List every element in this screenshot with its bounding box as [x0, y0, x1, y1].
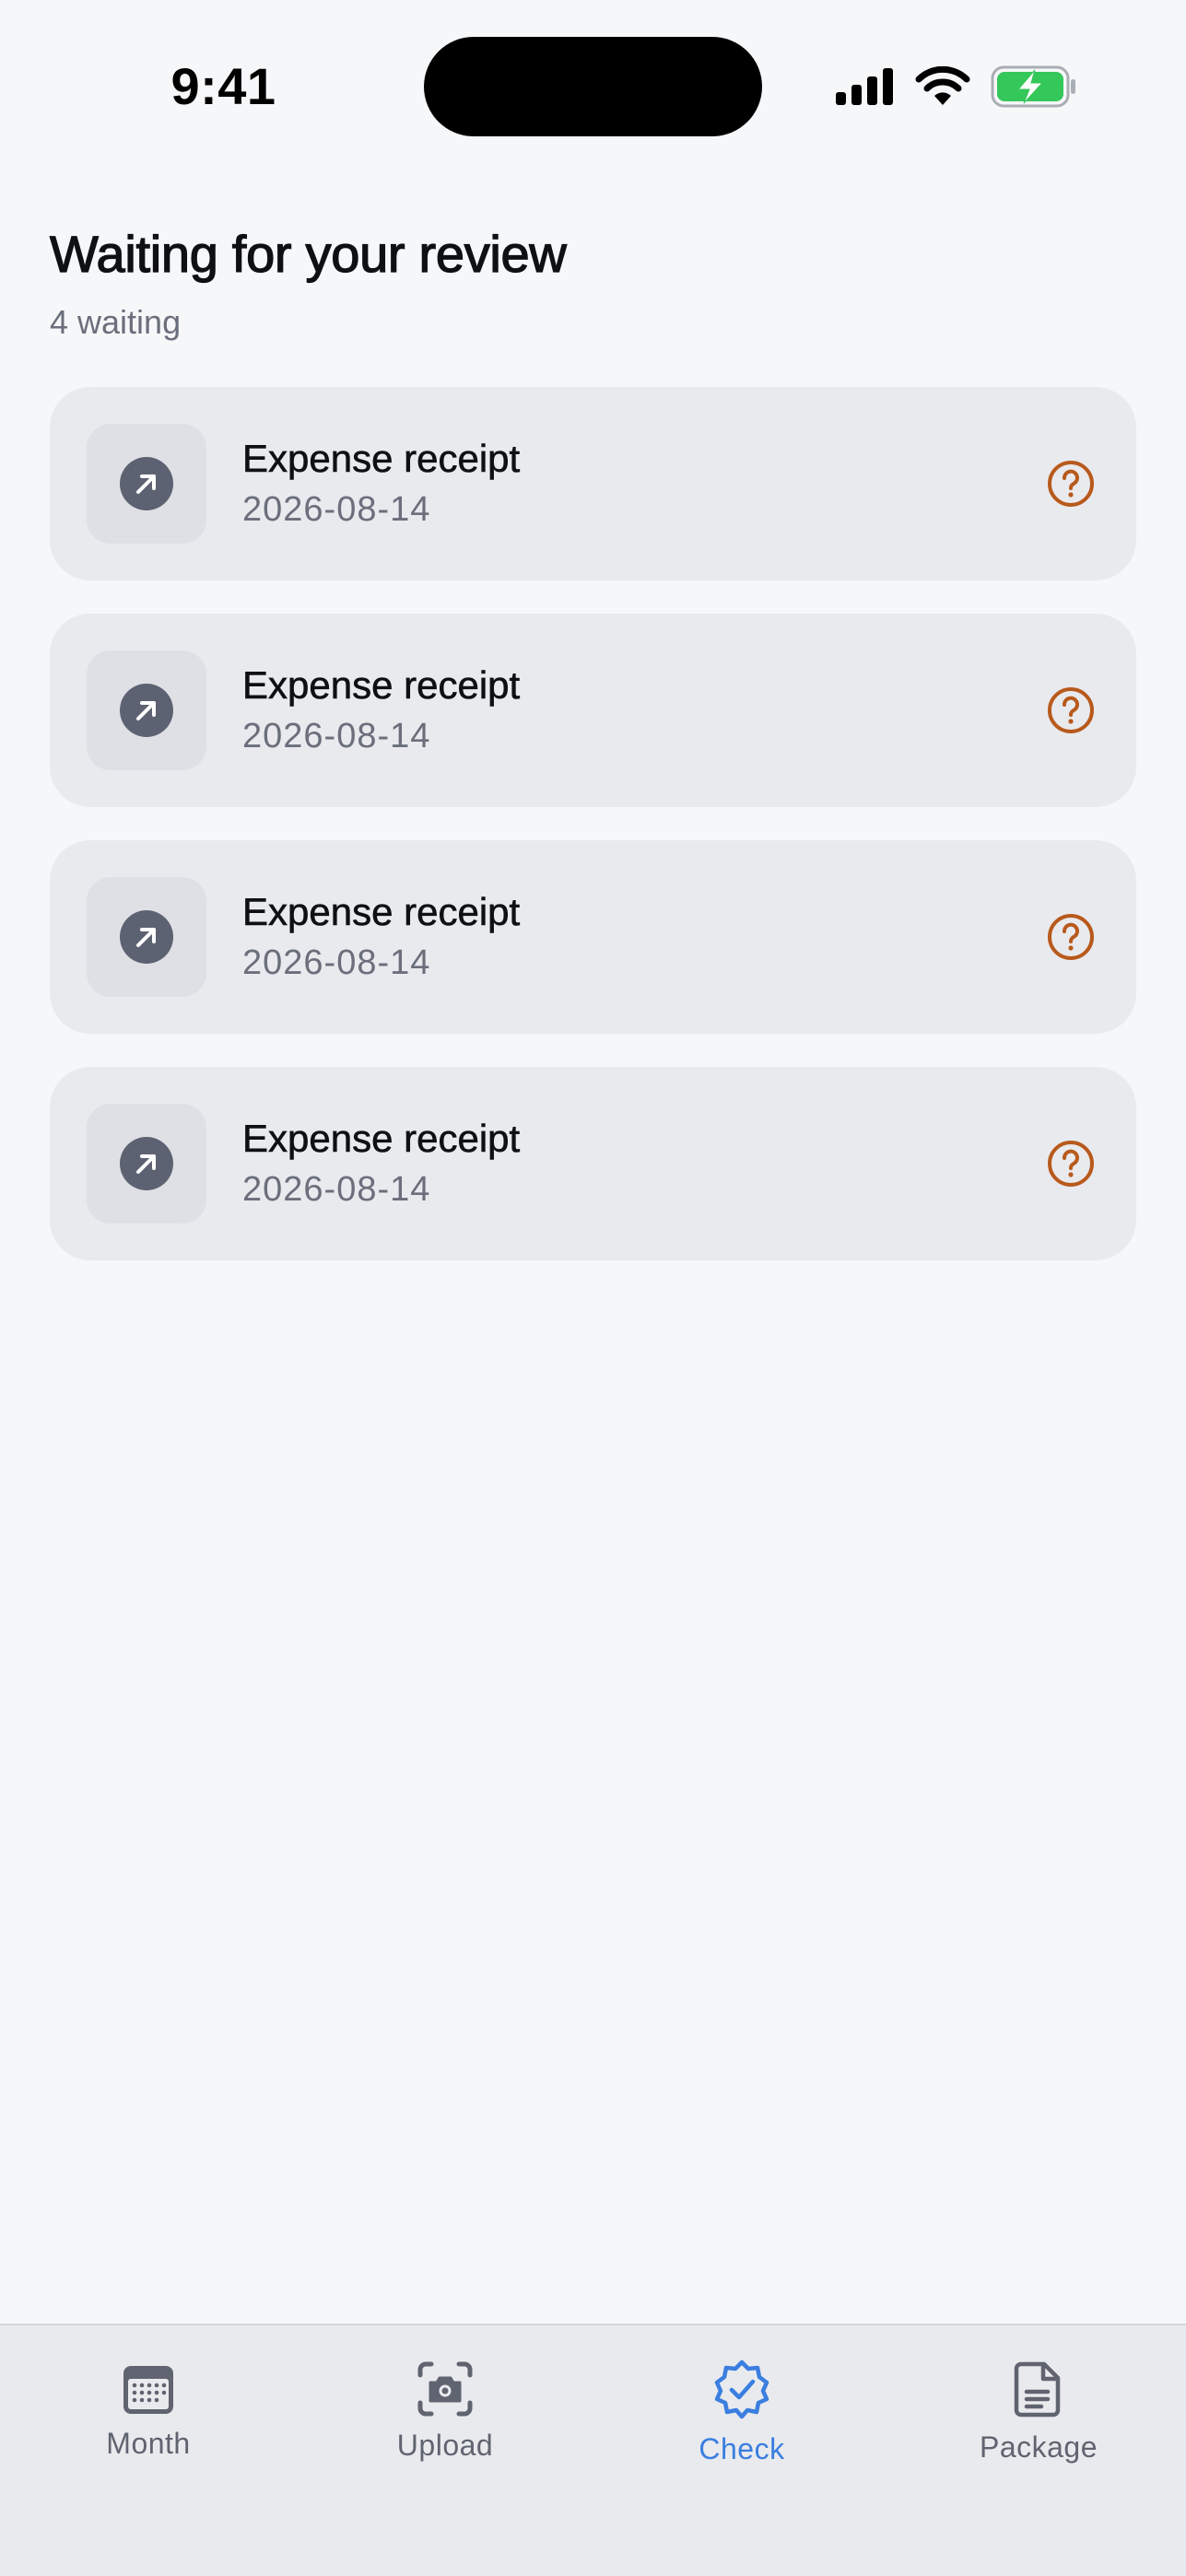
tab-bar: Month Upload Check Package — [0, 2324, 1186, 2576]
item-title: Expense receipt — [242, 1117, 521, 1161]
question-circle-icon[interactable] — [1044, 684, 1098, 737]
review-item[interactable]: Expense receipt 2026-08-14 — [50, 840, 1136, 1034]
item-date: 2026-08-14 — [242, 717, 431, 755]
tab-month[interactable]: Month — [0, 2325, 297, 2510]
item-date: 2026-08-14 — [242, 490, 431, 529]
page-title: Waiting for your review — [49, 224, 567, 283]
review-item[interactable]: Expense receipt 2026-08-14 — [50, 387, 1136, 580]
wifi-icon — [915, 66, 970, 105]
status-icons — [834, 64, 1077, 109]
item-title: Expense receipt — [242, 663, 521, 708]
tab-check[interactable]: Check — [593, 2325, 890, 2510]
tab-label: Upload — [396, 2429, 494, 2462]
arrow-up-right-icon — [120, 910, 173, 964]
item-date: 2026-08-14 — [242, 1170, 431, 1209]
receipt-thumbnail — [87, 650, 206, 770]
tab-label: Check — [699, 2432, 785, 2465]
tab-upload[interactable]: Upload — [297, 2325, 593, 2510]
receipt-thumbnail — [87, 1104, 206, 1224]
review-item[interactable]: Expense receipt 2026-08-14 — [50, 1067, 1136, 1260]
tab-label: Month — [106, 2427, 191, 2460]
item-date: 2026-08-14 — [242, 943, 431, 982]
item-title: Expense receipt — [242, 890, 521, 934]
question-circle-icon[interactable] — [1044, 1137, 1098, 1190]
review-list: Expense receipt 2026-08-14 Expense recei… — [50, 387, 1136, 1260]
arrow-up-right-icon — [120, 457, 173, 510]
status-bar: 9:41 — [0, 0, 1186, 175]
review-item[interactable]: Expense receipt 2026-08-14 — [50, 614, 1136, 807]
item-title: Expense receipt — [242, 437, 521, 481]
question-circle-icon[interactable] — [1044, 457, 1098, 510]
question-circle-icon[interactable] — [1044, 910, 1098, 964]
waiting-count: 4 waiting — [50, 303, 182, 341]
tab-package[interactable]: Package — [890, 2325, 1186, 2510]
verified-badge-icon — [714, 2359, 769, 2419]
dynamic-island — [424, 37, 762, 136]
arrow-up-right-icon — [120, 1137, 173, 1190]
receipt-thumbnail — [87, 424, 206, 544]
camera-scan-icon — [417, 2361, 473, 2417]
calendar-icon — [123, 2366, 173, 2414]
battery-charging-icon — [991, 65, 1075, 108]
arrow-up-right-icon — [120, 684, 173, 737]
tab-label: Package — [979, 2430, 1098, 2464]
document-icon — [1014, 2361, 1061, 2418]
cellular-signal-icon — [836, 68, 893, 105]
receipt-thumbnail — [87, 877, 206, 997]
status-time: 9:41 — [170, 57, 276, 115]
